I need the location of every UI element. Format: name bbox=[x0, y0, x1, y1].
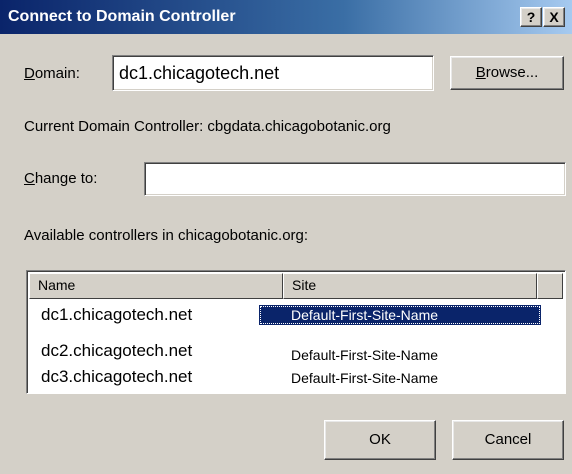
column-header-name[interactable]: Name bbox=[29, 273, 283, 299]
close-button[interactable]: X bbox=[543, 7, 565, 27]
cancel-button[interactable]: Cancel bbox=[452, 420, 564, 460]
list-item-site[interactable]: Default-First-Site-Name bbox=[291, 307, 438, 323]
window-title: Connect to Domain Controller bbox=[8, 8, 236, 25]
browse-label-rest: rowse... bbox=[485, 64, 539, 81]
browse-accel: B bbox=[475, 64, 486, 81]
domain-label-rest: omain: bbox=[34, 65, 80, 82]
domain-label: Domain: bbox=[24, 65, 80, 82]
browse-button[interactable]: Browse... bbox=[450, 56, 564, 90]
list-item-name[interactable]: dc3.chicagotech.net bbox=[41, 367, 192, 387]
change-to-label-rest: hange to: bbox=[34, 170, 98, 187]
controllers-list[interactable]: Name Site dc1.chicagotech.net Default-Fi… bbox=[26, 270, 566, 394]
list-item-name[interactable]: dc1.chicagotech.net bbox=[41, 305, 192, 325]
domain-field[interactable]: dc1.chicagotech.net bbox=[112, 55, 434, 91]
list-item-name[interactable]: dc2.chicagotech.net bbox=[41, 341, 192, 361]
available-controllers-label: Available controllers in chicagobotanic.… bbox=[24, 227, 309, 244]
list-item-site[interactable]: Default-First-Site-Name bbox=[291, 347, 438, 363]
cancel-button-label: Cancel bbox=[484, 431, 532, 448]
ok-button[interactable]: OK bbox=[324, 420, 436, 460]
help-icon: ? bbox=[526, 9, 536, 25]
help-button[interactable]: ? bbox=[520, 7, 542, 27]
title-bar: Connect to Domain Controller ? X bbox=[0, 0, 572, 34]
list-item-site[interactable]: Default-First-Site-Name bbox=[291, 370, 438, 386]
current-domain-controller-text: Current Domain Controller: cbgdata.chica… bbox=[24, 118, 391, 135]
column-header-site[interactable]: Site bbox=[283, 273, 537, 299]
close-icon: X bbox=[549, 9, 559, 25]
change-to-label: Change to: bbox=[24, 170, 97, 187]
change-to-label-accel: C bbox=[24, 170, 35, 187]
change-to-field[interactable] bbox=[144, 162, 566, 196]
column-header-filler bbox=[537, 273, 563, 299]
domain-label-accel: D bbox=[24, 65, 35, 82]
ok-button-label: OK bbox=[369, 431, 391, 448]
domain-field-value: dc1.chicagotech.net bbox=[119, 63, 280, 83]
